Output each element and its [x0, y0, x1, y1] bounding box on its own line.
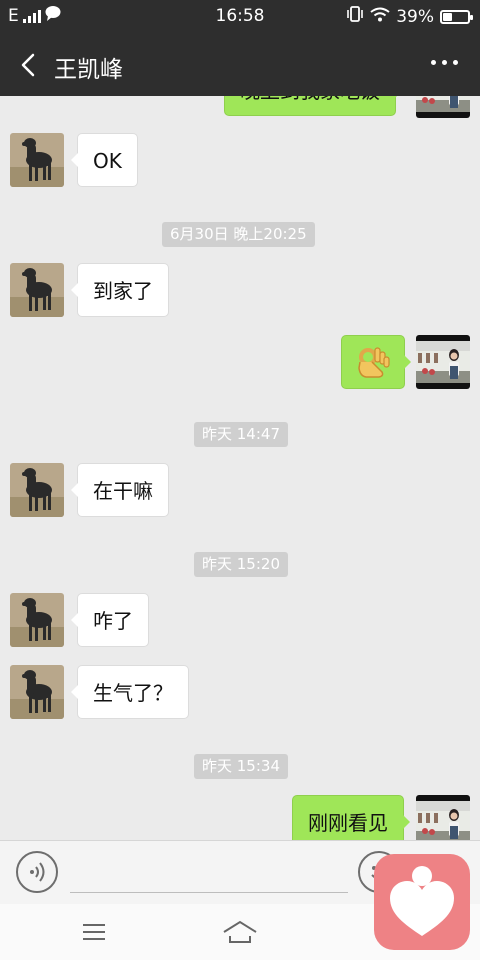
battery-percent: 39%	[396, 6, 434, 27]
my-avatar[interactable]	[416, 96, 470, 118]
message-bubble-incoming[interactable]: OK	[71, 133, 138, 187]
ok-hand-emoji	[358, 347, 390, 378]
message-bubble-incoming[interactable]: 在干嘛	[71, 463, 169, 517]
status-bar: E 16:58 39%	[0, 0, 480, 34]
message-bubble-outgoing[interactable]	[341, 335, 411, 389]
voice-icon[interactable]	[16, 851, 58, 893]
vibrate-icon	[346, 6, 364, 27]
status-right: 39%	[346, 6, 473, 27]
wifi-icon	[370, 7, 390, 27]
battery-level	[443, 12, 452, 21]
my-avatar[interactable]	[416, 335, 470, 389]
my-avatar[interactable]	[416, 795, 470, 840]
timestamp: 昨天 15:34	[194, 754, 288, 779]
chat-title: 王凯峰	[54, 57, 123, 83]
menu-icon[interactable]	[82, 922, 106, 946]
timestamp: 昨天 15:20	[194, 552, 288, 577]
heart-app-icon[interactable]	[374, 854, 470, 950]
message-bubble-incoming[interactable]: 到家了	[71, 263, 169, 317]
message-bubble-incoming[interactable]: 生气了？	[71, 665, 189, 719]
contact-avatar[interactable]	[10, 133, 64, 187]
more-dots-icon[interactable]	[431, 60, 458, 65]
chat-header: 王凯峰	[0, 34, 480, 96]
message-bubble-incoming[interactable]: 咋了	[71, 593, 149, 647]
message-bubble-outgoing[interactable]: 刚刚看见	[292, 795, 410, 840]
contact-avatar[interactable]	[10, 593, 64, 647]
message-bubble-outgoing[interactable]: 晚上到我家吃饭	[224, 96, 402, 116]
contact-avatar[interactable]	[10, 665, 64, 719]
message-input[interactable]	[70, 851, 348, 893]
timestamp: 昨天 14:47	[194, 422, 288, 447]
chevron-left-icon[interactable]	[18, 52, 42, 78]
contact-avatar[interactable]	[10, 263, 64, 317]
contact-avatar[interactable]	[10, 463, 64, 517]
timestamp: 6月30日 晚上20:25	[162, 222, 315, 247]
message-list[interactable]: 晚上到我家吃饭 OK 6月30日 晚上20:25 到家了 昨天 14:47 在干…	[0, 96, 480, 840]
home-icon[interactable]	[222, 920, 258, 948]
battery-icon	[440, 9, 473, 24]
